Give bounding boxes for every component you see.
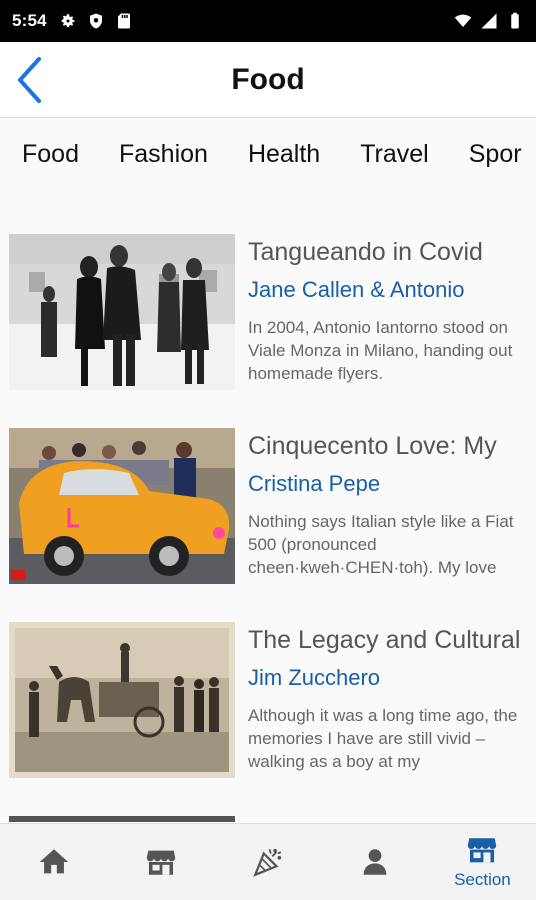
tab-travel[interactable]: Travel [360, 140, 429, 169]
article-excerpt: Although it was a long time ago, the mem… [248, 706, 518, 771]
tab-sports[interactable]: Spor [469, 140, 522, 169]
tab-fashion[interactable]: Fashion [119, 140, 208, 169]
back-button[interactable] [10, 54, 50, 106]
shield-icon [89, 13, 102, 29]
status-bar: 5:54 [0, 0, 536, 42]
article-title[interactable]: Cinquecento Love: My [248, 432, 536, 461]
article-item[interactable]: The Legacy and Cultural Jim Zucchero Alt… [0, 618, 536, 812]
storefront-icon [146, 850, 175, 875]
nav-home[interactable] [0, 824, 107, 900]
nav-events[interactable] [214, 824, 321, 900]
nav-section-label: Section [454, 870, 511, 889]
signal-icon [481, 13, 497, 29]
gear-icon [61, 14, 75, 27]
chevron-left-icon [18, 57, 41, 103]
status-time: 5:54 [12, 11, 47, 30]
article-author: Jane Callen & Antonio [248, 277, 465, 302]
wifi-icon [454, 14, 472, 27]
battery-icon [511, 12, 519, 29]
tab-health[interactable]: Health [248, 140, 320, 169]
nav-section[interactable]: Section [429, 824, 536, 900]
bottom-navigation: Section [0, 823, 536, 900]
status-icons-left [59, 12, 133, 30]
nav-profile[interactable] [322, 824, 429, 900]
home-icon [39, 849, 68, 874]
article-excerpt: Nothing says Italian style like a Fiat 5… [248, 512, 514, 577]
article-thumbnail[interactable] [9, 622, 235, 778]
status-icons-right [454, 12, 524, 30]
person-icon [363, 849, 387, 875]
article-thumbnail[interactable] [9, 428, 235, 584]
nav-store[interactable] [107, 824, 214, 900]
article-author: Cristina Pepe [248, 471, 381, 496]
app-bar: Food [0, 42, 536, 118]
article-item-partial [0, 812, 536, 822]
party-popper-icon [253, 848, 282, 877]
category-tabs: Food Fashion Health Travel Spor [0, 119, 536, 189]
app-screen: 5:54 Food Food Fashion Health Travel Spo… [0, 0, 536, 900]
sd-card-icon [117, 13, 130, 29]
page-title: Food [231, 62, 305, 96]
article-excerpt: In 2004, Antonio Iantorno stood on Viale… [248, 318, 513, 383]
section-storefront-icon [468, 838, 497, 863]
article-item[interactable]: Cinquecento Love: My Cristina Pepe Nothi… [0, 424, 536, 618]
article-list: Tangueando in Covid Jane Callen & Antoni… [0, 230, 536, 822]
article-author: Jim Zucchero [248, 665, 381, 690]
article-thumbnail[interactable] [9, 234, 235, 390]
tab-food[interactable]: Food [22, 140, 79, 169]
article-title[interactable]: The Legacy and Cultural [248, 626, 536, 655]
article-item[interactable]: Tangueando in Covid Jane Callen & Antoni… [0, 230, 536, 424]
article-title[interactable]: Tangueando in Covid [248, 238, 536, 267]
